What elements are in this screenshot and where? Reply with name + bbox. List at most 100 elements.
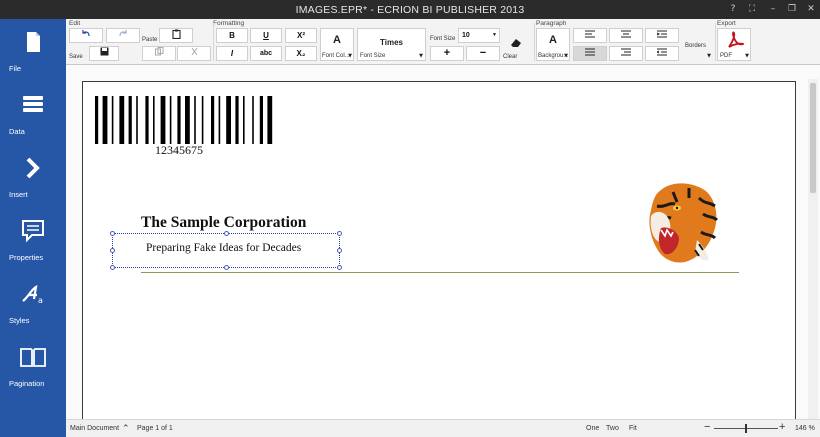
group-title-export: Export xyxy=(717,20,736,27)
font-name-value: Times xyxy=(380,38,403,47)
chevron-up-icon[interactable]: ⌃ xyxy=(122,423,130,434)
save-icon xyxy=(100,47,108,56)
italic-button[interactable]: I xyxy=(216,46,248,61)
sidebar-item-file[interactable]: File xyxy=(0,21,66,81)
zoom-out-button[interactable]: − xyxy=(704,421,710,433)
barcode-image[interactable] xyxy=(95,96,295,144)
view-two-button[interactable]: Two xyxy=(606,425,619,432)
export-format-label: PDF xyxy=(720,53,732,59)
group-title-paragraph: Paragraph xyxy=(536,20,567,27)
company-name[interactable]: The Sample Corporation xyxy=(141,214,306,232)
paste-button[interactable] xyxy=(159,28,193,43)
increase-font-button[interactable]: + xyxy=(430,46,464,61)
align-center-icon xyxy=(621,30,631,38)
sidebar-item-label: Properties xyxy=(9,253,44,262)
font-color-glyph: A xyxy=(333,34,341,46)
align-right-button[interactable] xyxy=(609,46,643,61)
zoom-slider-thumb[interactable] xyxy=(745,424,747,433)
paste-label: Paste xyxy=(142,37,158,43)
font-size-value: 10 xyxy=(462,32,470,39)
undo-icon xyxy=(82,30,90,37)
sidebar-item-pagination[interactable]: Pagination xyxy=(0,336,66,396)
document-page[interactable]: 12345675 The Sample Corporation Preparin… xyxy=(82,81,796,421)
resize-handle[interactable] xyxy=(337,231,342,236)
close-button[interactable]: ✕ xyxy=(804,3,818,16)
cut-button[interactable] xyxy=(177,46,211,61)
resize-handle[interactable] xyxy=(110,265,115,270)
dropdown-arrow-icon: ▼ xyxy=(348,53,352,59)
export-pdf-button[interactable]: PDF ▼ xyxy=(717,28,751,61)
sidebar-item-insert[interactable]: Insert xyxy=(0,147,66,207)
sidebar-item-data[interactable]: Data xyxy=(0,84,66,144)
outdent-button[interactable] xyxy=(645,46,679,61)
separator xyxy=(213,23,214,61)
cut-icon xyxy=(191,47,197,56)
justify-left-button[interactable] xyxy=(573,46,607,61)
document-selector[interactable]: Main Document xyxy=(70,425,119,432)
separator xyxy=(534,23,535,61)
tagline-text[interactable]: Preparing Fake Ideas for Decades xyxy=(146,242,301,254)
resize-handle[interactable] xyxy=(224,231,229,236)
indent-right-button[interactable] xyxy=(645,28,679,43)
font-size-dropdown[interactable]: 10 ▼ xyxy=(458,28,500,43)
borders-label: Borders xyxy=(685,43,707,49)
scrollbar-thumb[interactable] xyxy=(810,83,816,193)
outdent-icon xyxy=(655,48,667,56)
dropdown-arrow-icon: ▼ xyxy=(745,53,749,59)
align-center-button[interactable] xyxy=(609,28,643,43)
clipboard-icon xyxy=(171,29,181,40)
book-pages-icon xyxy=(20,348,46,367)
clear-formatting-button[interactable]: Clear xyxy=(501,28,531,61)
sidebar-item-label: Insert xyxy=(9,190,28,199)
options-button[interactable]: ⛶ xyxy=(745,3,759,16)
borders-button[interactable]: Borders ▼ xyxy=(681,28,714,61)
view-one-button[interactable]: One xyxy=(586,425,599,432)
resize-handle[interactable] xyxy=(337,265,342,270)
eraser-icon xyxy=(511,39,521,47)
subscript-button[interactable]: X₂ xyxy=(285,46,317,61)
save-button[interactable] xyxy=(89,46,119,61)
underline-button[interactable]: U xyxy=(250,28,282,43)
font-color-button[interactable]: A Font Col... ▼ xyxy=(320,28,354,61)
resize-handle[interactable] xyxy=(224,265,229,270)
zoom-level: 146 % xyxy=(795,425,815,432)
superscript-button[interactable]: X² xyxy=(285,28,317,43)
dropdown-arrow-icon: ▼ xyxy=(707,53,711,59)
background-color-button[interactable]: A Backgrou... ▼ xyxy=(536,28,570,61)
separator xyxy=(715,23,716,61)
align-left-button[interactable] xyxy=(573,28,607,43)
resize-handle[interactable] xyxy=(337,248,342,253)
resize-handle[interactable] xyxy=(110,231,115,236)
chevron-right-icon xyxy=(26,157,40,179)
help-button[interactable]: ? xyxy=(726,3,740,16)
strikethrough-button[interactable]: abc xyxy=(250,46,282,61)
document-workspace: 12345675 The Sample Corporation Preparin… xyxy=(66,65,820,421)
title-bar: IMAGES.EPR* - ECRION BI PUBLISHER 2013 ?… xyxy=(0,0,820,19)
sidebar-item-styles[interactable]: a Styles xyxy=(0,273,66,333)
indent-icon xyxy=(656,30,667,38)
restore-button[interactable]: ❐ xyxy=(785,3,799,16)
view-fit-button[interactable]: Fit xyxy=(629,425,637,432)
align-right-icon xyxy=(621,48,631,56)
bold-button[interactable]: B xyxy=(216,28,248,43)
dropdown-arrow-icon: ▼ xyxy=(492,32,497,38)
minimize-button[interactable]: – xyxy=(766,3,780,16)
align-left-icon xyxy=(585,30,595,38)
sidebar-item-properties[interactable]: Properties xyxy=(0,210,66,270)
font-size-label: Font Size xyxy=(430,36,456,42)
copy-button[interactable] xyxy=(142,46,176,61)
database-icon xyxy=(23,96,43,112)
resize-handle[interactable] xyxy=(110,248,115,253)
decrease-font-button[interactable]: − xyxy=(466,46,500,61)
font-name-dropdown[interactable]: Times Font Size ▼ xyxy=(357,28,426,61)
zoom-in-button[interactable]: + xyxy=(779,421,785,433)
undo-button[interactable] xyxy=(69,28,103,43)
vertical-scrollbar[interactable] xyxy=(808,79,818,419)
svg-text:a: a xyxy=(38,296,43,305)
redo-button[interactable] xyxy=(106,28,140,43)
clear-label: Clear xyxy=(503,54,518,60)
comment-icon xyxy=(22,220,44,243)
tiger-logo-image[interactable] xyxy=(643,180,721,264)
copy-icon xyxy=(154,47,163,56)
sidebar-item-label: Styles xyxy=(9,316,30,325)
